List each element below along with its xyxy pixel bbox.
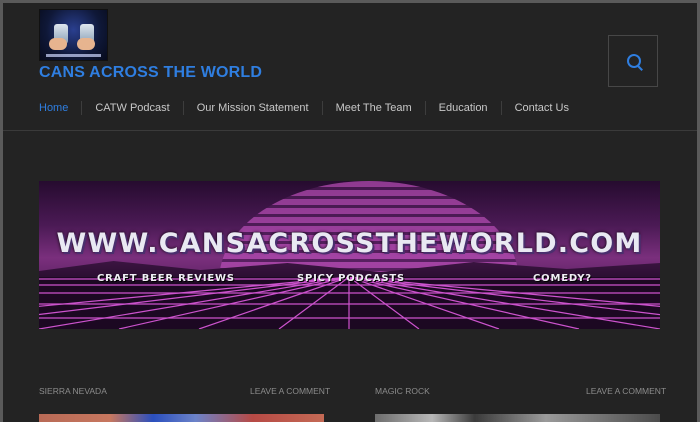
nav-item-mission-statement[interactable]: Our Mission Statement — [182, 101, 322, 115]
logo-caption — [46, 54, 101, 57]
banner-url: WWW.CANSACROSSTHEWORLD.COM — [56, 228, 643, 259]
post-comment-link[interactable]: LEAVE A COMMENT — [250, 386, 330, 396]
nav-divider — [3, 130, 697, 131]
site-logo[interactable] — [39, 9, 108, 61]
post-category[interactable]: MAGIC ROCK — [375, 386, 430, 396]
post-category[interactable]: SIERRA NEVADA — [39, 386, 107, 396]
hero-banner: WWW.CANSACROSSTHEWORLD.COM CRAFT BEER RE… — [39, 181, 660, 329]
nav-item-education[interactable]: Education — [424, 101, 501, 115]
search-button[interactable] — [608, 35, 658, 87]
hand-icon — [49, 38, 67, 50]
banner-tag-comedy: COMEDY? — [533, 273, 592, 284]
page: CANS ACROSS THE WORLD Home CATW Podcast … — [3, 3, 697, 422]
nav-item-meet-the-team[interactable]: Meet The Team — [321, 101, 425, 115]
main-navigation: Home CATW Podcast Our Mission Statement … — [39, 101, 582, 115]
post-comment-link[interactable]: LEAVE A COMMENT — [586, 386, 666, 396]
banner-tag-reviews: CRAFT BEER REVIEWS — [97, 273, 235, 284]
nav-item-home[interactable]: Home — [39, 101, 81, 115]
hand-icon — [77, 38, 95, 50]
neon-grid — [39, 277, 660, 329]
site-title[interactable]: CANS ACROSS THE WORLD — [39, 64, 262, 82]
banner-tag-podcasts: SPICY PODCASTS — [297, 273, 405, 284]
nav-item-catw-podcast[interactable]: CATW Podcast — [81, 101, 182, 115]
post-thumbnail[interactable] — [39, 414, 324, 422]
post-thumbnail[interactable] — [375, 414, 660, 422]
nav-item-contact-us[interactable]: Contact Us — [500, 101, 582, 115]
search-icon-handle — [637, 65, 643, 71]
